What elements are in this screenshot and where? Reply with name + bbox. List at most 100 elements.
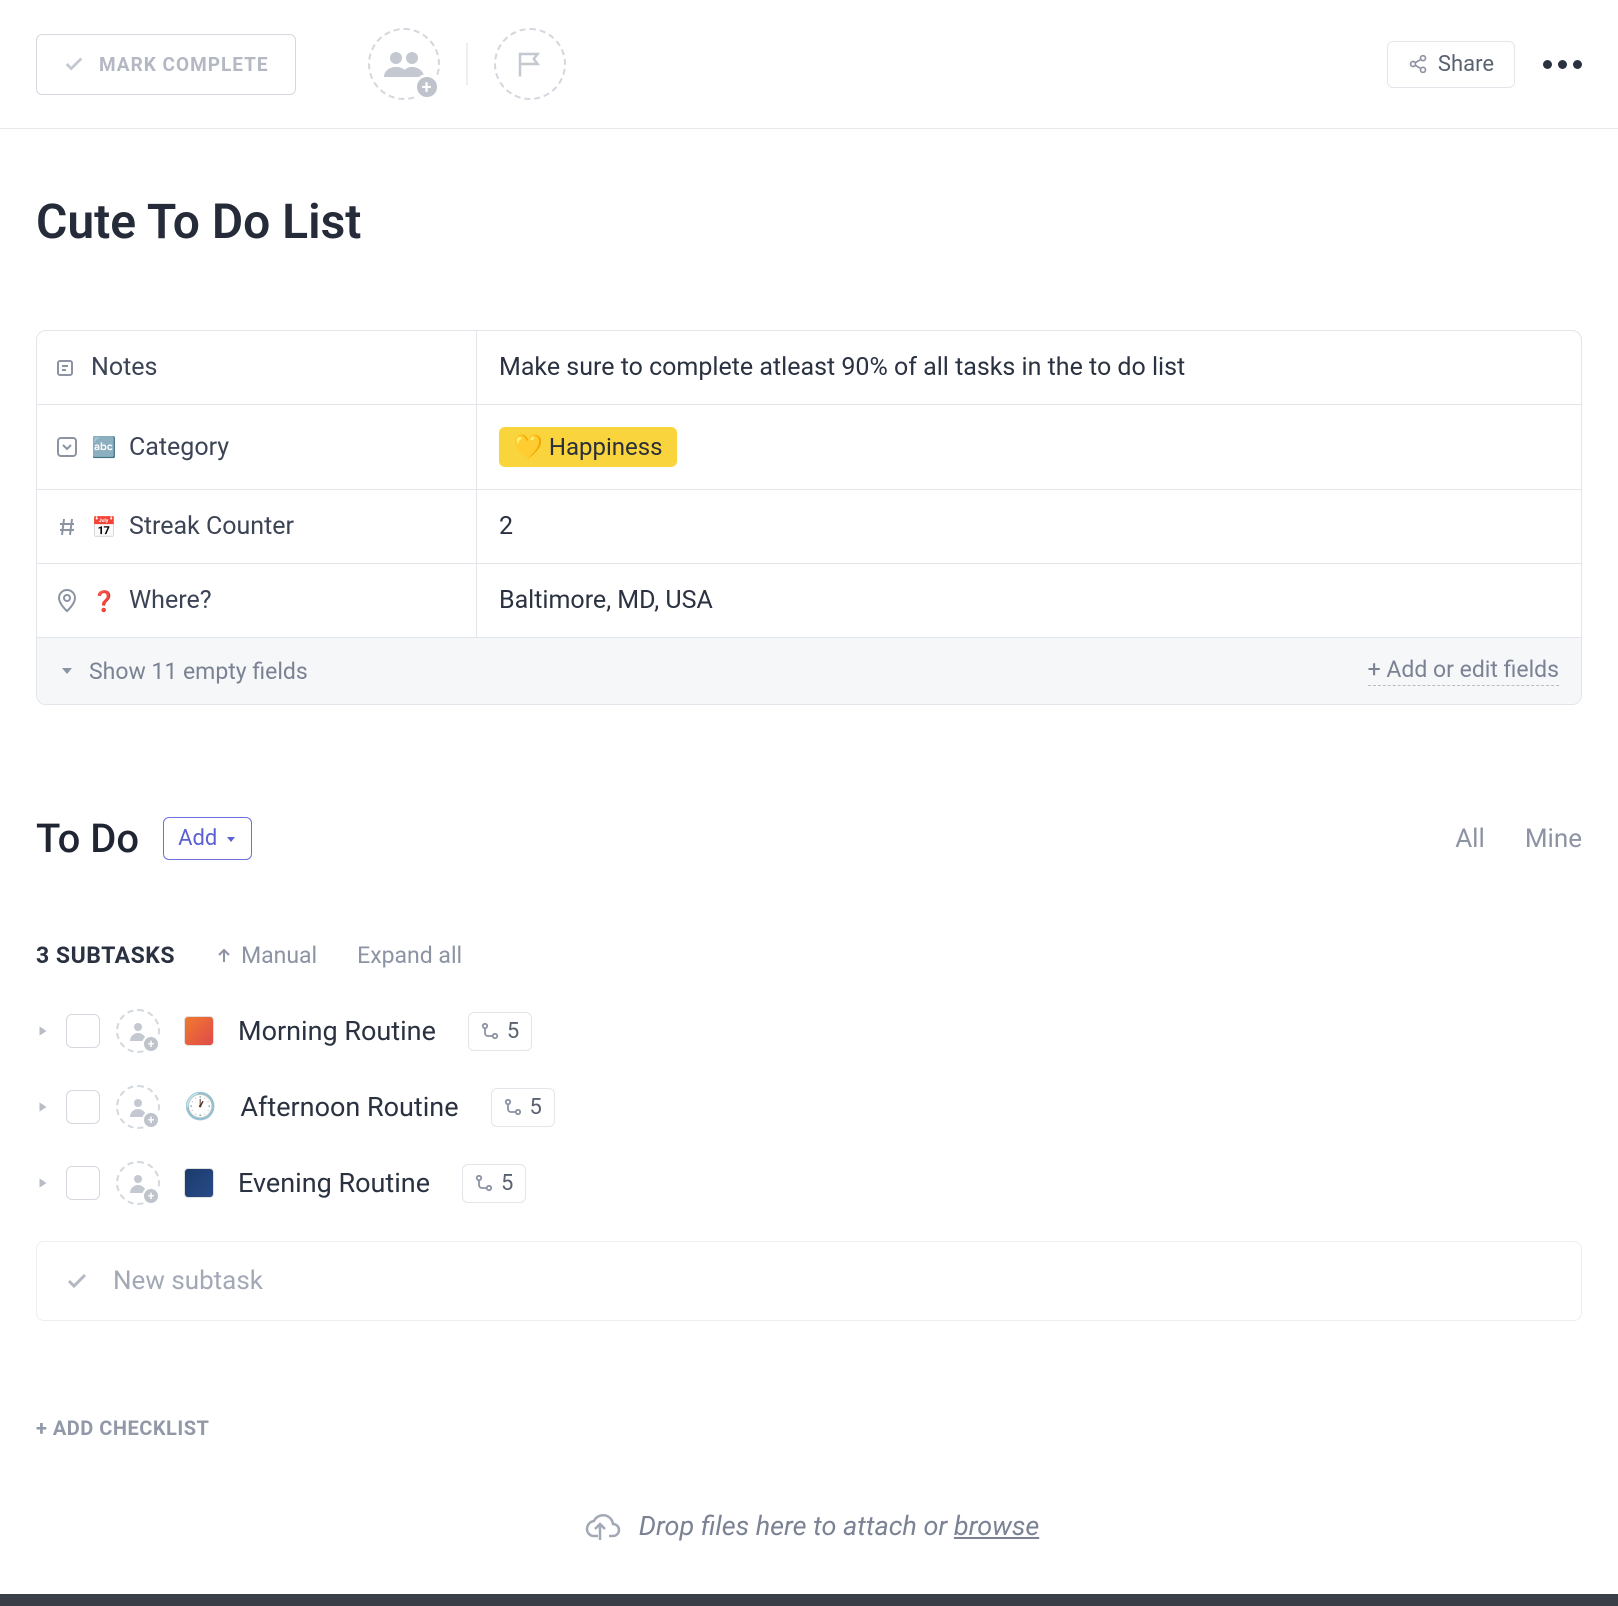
task-row: + Morning Routine 5	[36, 1009, 1582, 1053]
task-list: + Morning Routine 5 + 🕐 Afternoon Routin…	[36, 1009, 1582, 1205]
fields-footer: Show 11 empty fields + Add or edit field…	[37, 638, 1581, 704]
share-label: Share	[1438, 52, 1494, 77]
streak-value[interactable]: 2	[477, 490, 1581, 563]
category-value-cell[interactable]: 💛 Happiness	[477, 405, 1581, 489]
sort-manual-button[interactable]: Manual	[215, 942, 317, 969]
subtask-number: 5	[507, 1019, 519, 1044]
check-icon	[65, 1269, 89, 1293]
assign-button[interactable]: +	[116, 1085, 160, 1129]
chevron-down-icon	[59, 663, 75, 679]
task-checkbox[interactable]	[66, 1090, 100, 1124]
plus-badge-icon: +	[142, 1111, 160, 1129]
add-task-button[interactable]: Add	[163, 817, 252, 860]
assign-button[interactable]: +	[116, 1009, 160, 1053]
task-emoji	[184, 1168, 214, 1198]
expand-caret-icon[interactable]	[36, 1100, 50, 1114]
where-emoji: ❓	[91, 588, 117, 614]
notes-value[interactable]: Make sure to complete atleast 90% of all…	[477, 331, 1581, 404]
task-name[interactable]: Morning Routine	[238, 1015, 436, 1047]
arrow-up-icon	[215, 947, 233, 965]
field-streak[interactable]: 📅 Streak Counter 2	[37, 490, 1581, 564]
subtask-tree-icon	[475, 1174, 493, 1192]
people-icon	[382, 49, 426, 79]
new-subtask-input[interactable]: New subtask	[36, 1241, 1582, 1321]
add-checklist-button[interactable]: + ADD CHECKLIST	[36, 1416, 1582, 1440]
subtask-tree-icon	[504, 1098, 522, 1116]
subtask-count-badge[interactable]: 5	[491, 1088, 555, 1127]
mark-complete-label: MARK COMPLETE	[99, 53, 269, 76]
view-toggle: All Mine	[1455, 824, 1582, 854]
assign-button[interactable]: +	[116, 1161, 160, 1205]
main-content: Cute To Do List Notes Make sure to compl…	[0, 193, 1618, 1582]
add-label: Add	[178, 826, 217, 851]
category-tag[interactable]: 💛 Happiness	[499, 427, 677, 467]
check-icon	[63, 53, 85, 75]
show-empty-label: Show 11 empty fields	[89, 658, 308, 685]
flag-button[interactable]	[494, 28, 566, 100]
task-emoji: 🕐	[184, 1092, 216, 1122]
field-label: ❓ Where?	[37, 564, 477, 637]
streak-emoji: 📅	[91, 514, 117, 540]
share-button[interactable]: Share	[1387, 41, 1515, 88]
category-label-text: Category	[129, 433, 229, 462]
field-label: 📅 Streak Counter	[37, 490, 477, 563]
expand-caret-icon[interactable]	[36, 1176, 50, 1190]
plus-badge-icon: +	[142, 1035, 160, 1053]
dot-icon	[1573, 60, 1582, 69]
drop-text: Drop files here to attach or browse	[639, 1510, 1040, 1542]
page-title: Cute To Do List	[36, 193, 1582, 250]
cloud-upload-icon	[579, 1508, 621, 1544]
add-edit-fields-button[interactable]: + Add or edit fields	[1368, 656, 1559, 686]
streak-label-text: Streak Counter	[129, 512, 294, 541]
divider	[466, 43, 468, 85]
subtask-count-badge[interactable]: 5	[462, 1164, 526, 1203]
file-drop-zone[interactable]: Drop files here to attach or browse	[36, 1480, 1582, 1582]
subtask-controls: 3 SUBTASKS Manual Expand all	[36, 942, 1582, 969]
view-all-tab[interactable]: All	[1455, 824, 1485, 854]
mark-complete-button[interactable]: MARK COMPLETE	[36, 34, 296, 95]
where-label-text: Where?	[129, 586, 212, 615]
field-where[interactable]: ❓ Where? Baltimore, MD, USA	[37, 564, 1581, 638]
field-notes[interactable]: Notes Make sure to complete atleast 90% …	[37, 331, 1581, 405]
dot-icon	[1543, 60, 1552, 69]
plus-badge-icon: +	[414, 74, 440, 100]
toolbar-right: Share	[1387, 41, 1582, 88]
field-label: Notes	[37, 331, 477, 404]
footer-bar	[0, 1594, 1618, 1606]
manual-label: Manual	[241, 942, 317, 969]
field-category[interactable]: 🔤 Category 💛 Happiness	[37, 405, 1581, 490]
subtask-tree-icon	[481, 1022, 499, 1040]
hash-icon	[55, 515, 79, 539]
category-emoji: 🔤	[91, 434, 117, 460]
location-icon	[55, 589, 79, 613]
view-mine-tab[interactable]: Mine	[1525, 824, 1582, 854]
browse-link[interactable]: browse	[954, 1510, 1039, 1542]
expand-all-button[interactable]: Expand all	[357, 942, 462, 969]
subtask-number: 5	[530, 1095, 542, 1120]
assign-people-button[interactable]: +	[368, 28, 440, 100]
subtask-number: 5	[501, 1171, 513, 1196]
show-empty-fields-button[interactable]: Show 11 empty fields	[59, 658, 308, 685]
share-icon	[1408, 54, 1428, 74]
todo-header: To Do Add All Mine	[36, 815, 1582, 862]
more-menu-button[interactable]	[1543, 60, 1582, 69]
task-name[interactable]: Evening Routine	[238, 1167, 430, 1199]
text-icon	[55, 356, 79, 380]
task-row: + Evening Routine 5	[36, 1161, 1582, 1205]
task-checkbox[interactable]	[66, 1014, 100, 1048]
flag-icon	[515, 48, 545, 80]
subtask-count-badge[interactable]: 5	[468, 1012, 532, 1051]
where-value[interactable]: Baltimore, MD, USA	[477, 564, 1581, 637]
new-subtask-placeholder: New subtask	[113, 1266, 263, 1296]
dot-icon	[1558, 60, 1567, 69]
dropdown-icon	[55, 435, 79, 459]
plus-badge-icon: +	[142, 1187, 160, 1205]
fields-panel: Notes Make sure to complete atleast 90% …	[36, 330, 1582, 705]
caret-down-icon	[225, 833, 237, 845]
top-toolbar: MARK COMPLETE + Share	[0, 0, 1618, 129]
task-checkbox[interactable]	[66, 1166, 100, 1200]
task-emoji	[184, 1016, 214, 1046]
expand-caret-icon[interactable]	[36, 1024, 50, 1038]
field-label: 🔤 Category	[37, 405, 477, 489]
task-name[interactable]: Afternoon Routine	[240, 1091, 458, 1123]
